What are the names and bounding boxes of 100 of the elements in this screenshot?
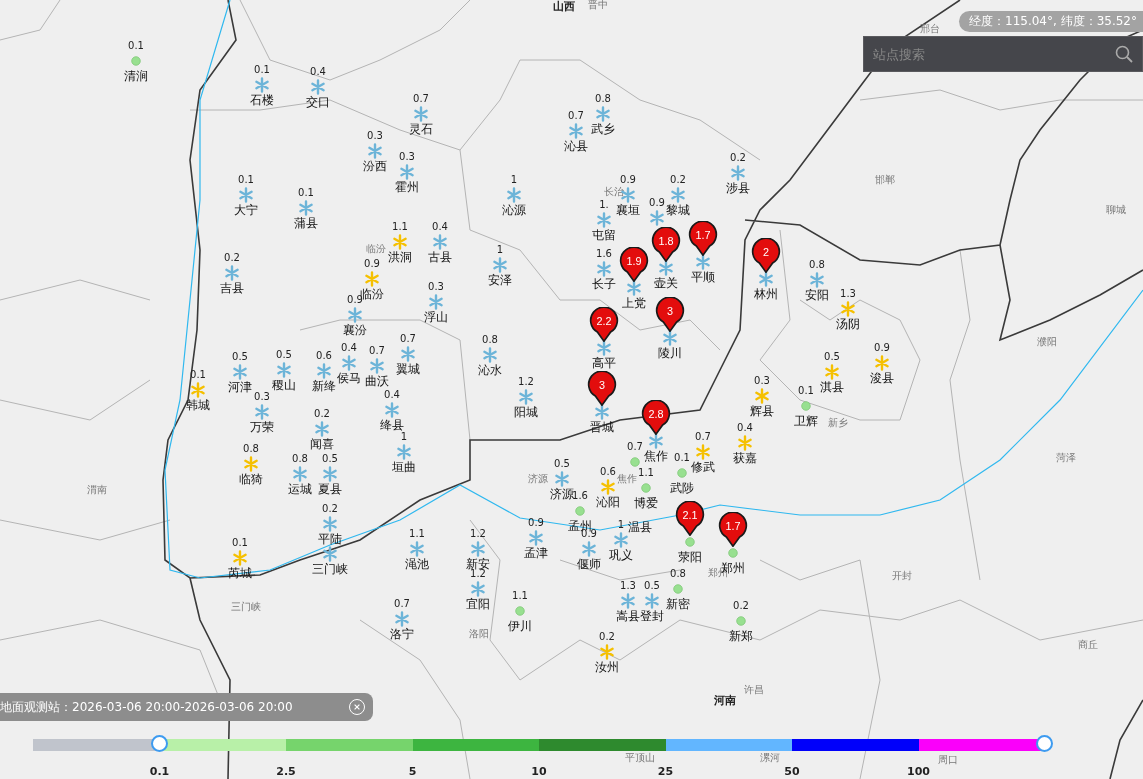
station-name: 安泽 xyxy=(488,273,512,287)
station-value: 0.4 xyxy=(384,389,400,401)
station-value: 0.8 xyxy=(243,443,259,455)
station-name: 闻喜 xyxy=(310,437,334,451)
map-pin[interactable]: 2.2 xyxy=(589,307,619,342)
map-pin[interactable]: 1.8 xyxy=(651,227,681,262)
station-name: 卫辉 xyxy=(794,414,818,428)
station-value: 0.5 xyxy=(232,351,248,363)
station-name: 宜阳 xyxy=(466,597,490,611)
coordinates-label: 经度：115.04°, 纬度：35.52° xyxy=(959,11,1143,32)
station-value: 0.9 xyxy=(649,197,665,209)
station-value: 0.4 xyxy=(341,342,357,354)
station-value: 0.4 xyxy=(432,221,448,233)
station-name: 修武 xyxy=(691,460,715,474)
station-value: 0.9 xyxy=(620,174,636,186)
station-value: 1.1 xyxy=(512,590,528,602)
legend-label: 25 xyxy=(657,765,674,778)
station-value: 1.2 xyxy=(470,568,486,580)
legend-label: 2.5 xyxy=(276,765,296,778)
map-pin[interactable]: 3 xyxy=(587,371,617,406)
station-value: 0.3 xyxy=(254,391,270,403)
station-name: 博爱 xyxy=(634,496,658,510)
station-name: 温县 xyxy=(628,520,652,534)
region-label: 濮阳 xyxy=(1037,335,1057,349)
station-name: 河津 xyxy=(228,380,252,394)
region-label: 长治 xyxy=(604,185,624,199)
station-name: 洪洞 xyxy=(388,250,412,264)
legend-label: 10 xyxy=(531,765,547,778)
legend-label: 50 xyxy=(784,765,800,778)
map-pin[interactable]: 2.8 xyxy=(641,400,671,435)
region-label: 临汾 xyxy=(366,242,386,256)
station-name: 交口 xyxy=(306,95,330,109)
station-value: 0.5 xyxy=(322,453,338,465)
station-value: 0.7 xyxy=(369,345,385,357)
region-label: 山西 xyxy=(553,0,575,14)
legend-label: 100 xyxy=(907,765,930,778)
station-name: 运城 xyxy=(288,482,312,496)
map-pin[interactable]: 1.7 xyxy=(718,512,748,547)
station-name: 吉县 xyxy=(220,281,244,295)
station-name: 绛县 xyxy=(380,418,404,432)
station-name: 襄垣 xyxy=(616,203,640,217)
station-name: 安阳 xyxy=(805,288,829,302)
station-name: 夏县 xyxy=(318,482,342,496)
map-pin[interactable]: 2 xyxy=(751,238,781,273)
region-label: 漯河 xyxy=(760,751,780,765)
region-label: 开封 xyxy=(892,569,912,583)
station-name: 高平 xyxy=(592,356,616,370)
station-name: 焦作 xyxy=(644,449,668,463)
station-name: 古县 xyxy=(428,250,452,264)
station-name: 黎城 xyxy=(666,203,690,217)
station-name: 临猗 xyxy=(239,472,263,486)
station-value: 0.7 xyxy=(568,110,584,122)
map-pin[interactable]: 1.7 xyxy=(688,221,718,256)
station-value: 0.7 xyxy=(413,93,429,105)
station-value: 0.9 xyxy=(528,517,544,529)
station-value: 1.1 xyxy=(638,467,654,479)
station-value: 0.5 xyxy=(644,580,660,592)
station-value: 1.2 xyxy=(470,528,486,540)
region-label: 平顶山 xyxy=(625,751,655,765)
search-icon[interactable] xyxy=(1115,45,1133,63)
station-value: 1 xyxy=(400,431,408,443)
station-name: 汝州 xyxy=(595,660,619,674)
station-name: 襄汾 xyxy=(343,323,367,337)
station-name: 辉县 xyxy=(750,404,774,418)
station-value: 0.7 xyxy=(627,441,643,453)
station-name: 沁水 xyxy=(478,363,502,377)
station-name: 灵石 xyxy=(409,122,433,136)
station-name: 荥阳 xyxy=(678,550,702,564)
map-pin[interactable]: 1.9 xyxy=(619,247,649,282)
region-label: 新乡 xyxy=(828,416,848,430)
station-name: 涉县 xyxy=(726,181,750,195)
station-name: 霍州 xyxy=(395,180,419,194)
slider-handle[interactable] xyxy=(1036,735,1053,752)
map-pin[interactable]: 3 xyxy=(655,297,685,332)
station-value: 0.3 xyxy=(367,130,383,142)
station-name: 武乡 xyxy=(591,122,615,136)
station-name: 平顺 xyxy=(691,270,715,284)
station-value: 1 xyxy=(510,174,518,186)
station-value: 1.3 xyxy=(620,580,636,592)
station-name: 屯留 xyxy=(592,228,616,242)
station-value: 0.8 xyxy=(482,334,498,346)
station-value: 0.1 xyxy=(798,385,814,397)
region-label: 聊城 xyxy=(1106,203,1126,217)
station-name: 济源 xyxy=(550,487,574,501)
search-field[interactable]: 站点搜索 xyxy=(863,36,1143,72)
station-value: 0.1 xyxy=(254,64,270,76)
station-value: 1 xyxy=(617,519,625,531)
time-range-text: 地面观测站：2026-03-06 20:00-2026-03-06 20:00 xyxy=(0,698,293,716)
station-value: 0.7 xyxy=(695,431,711,443)
station-name: 曲沃 xyxy=(365,374,389,388)
station-value: 0.8 xyxy=(595,93,611,105)
station-name: 清涧 xyxy=(124,69,148,83)
station-name: 巩义 xyxy=(609,548,633,562)
map-pin[interactable]: 2.1 xyxy=(675,501,705,536)
station-value: 0.1 xyxy=(232,537,248,549)
station-value: 0.7 xyxy=(394,598,410,610)
station-value: 0.8 xyxy=(292,453,308,465)
station-value: 1.3 xyxy=(840,288,856,300)
region-label: 菏泽 xyxy=(1056,451,1076,465)
legend-label: 0.1 xyxy=(149,765,170,778)
